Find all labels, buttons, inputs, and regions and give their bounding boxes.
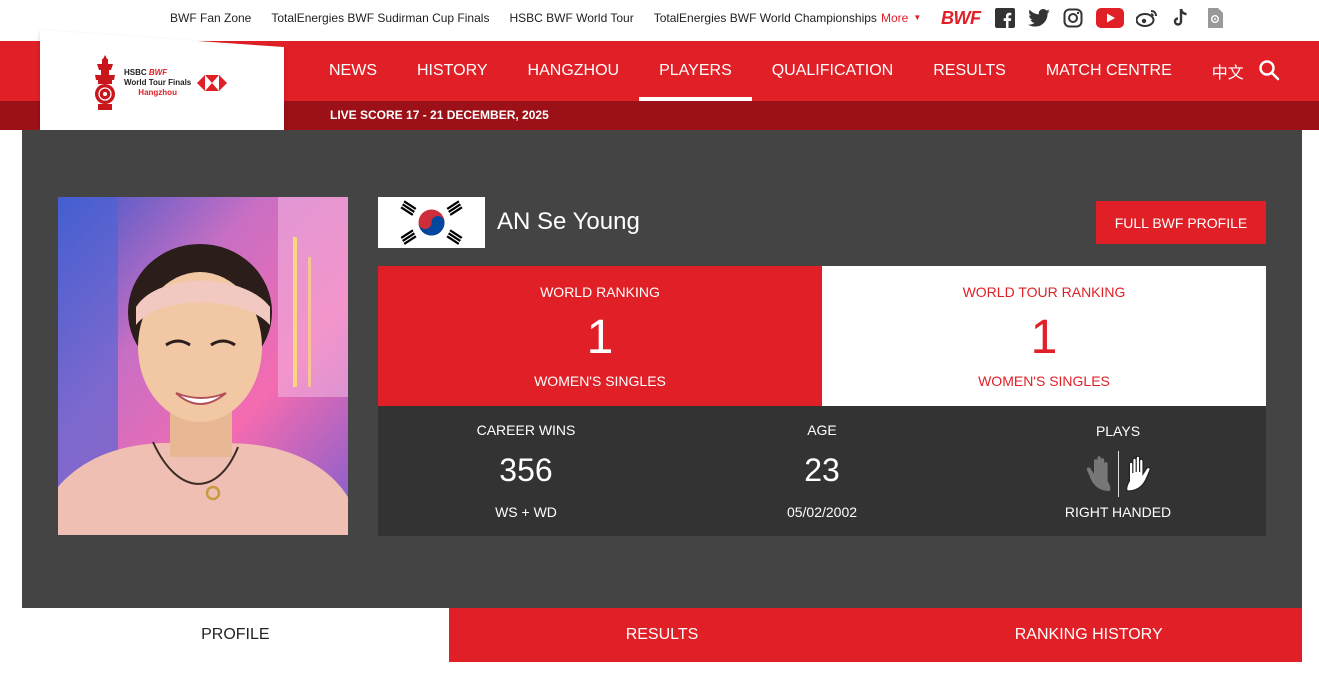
world-tour-ranking-value: 1: [1030, 311, 1058, 364]
age-value: 23: [804, 452, 840, 488]
south-korea-flag: [378, 197, 485, 248]
trophy-icon: [95, 55, 115, 110]
logo-bwf: BWF: [148, 68, 168, 77]
tiktok-icon[interactable]: [1170, 7, 1192, 29]
hsbc-hexagon-icon: [197, 75, 228, 91]
tab-results[interactable]: RESULTS: [448, 608, 876, 662]
right-hand-icon: [1125, 455, 1151, 492]
nav-qualification[interactable]: QUALIFICATION: [752, 41, 914, 101]
link-world-tour[interactable]: HSBC BWF World Tour: [509, 11, 633, 25]
logo-hsbc: HSBC: [124, 68, 147, 77]
utility-bar: BWF Fan Zone TotalEnergies BWF Sudirman …: [0, 0, 1319, 41]
link-bwf-fan-zone[interactable]: BWF Fan Zone: [170, 11, 251, 25]
social-links: BWF: [941, 7, 1238, 29]
plays-label: PLAYS: [1095, 423, 1141, 439]
event-logo-text: HSBC BWF World Tour Finals Hangzhou: [124, 68, 191, 98]
nav-history[interactable]: HISTORY: [397, 41, 508, 101]
world-tour-ranking-card: WORLD TOUR RANKING 1 WOMEN'S SINGLES: [822, 266, 1266, 406]
world-tour-ranking-category: WOMEN'S SINGLES: [978, 373, 1110, 389]
left-hand-icon: [1086, 456, 1110, 491]
world-tour-ranking-label: WORLD TOUR RANKING: [962, 284, 1126, 300]
nav-hangzhou[interactable]: HANGZHOU: [508, 41, 640, 101]
career-wins-label: CAREER WINS: [476, 422, 576, 438]
career-wins-stat: CAREER WINS 356 WS + WD: [378, 406, 674, 536]
logo-world-tour-finals: World Tour Finals: [124, 78, 192, 87]
twitter-icon[interactable]: [1028, 7, 1051, 29]
plays-hand: RIGHT HANDED: [1064, 504, 1172, 520]
bwf-logo[interactable]: BWF: [941, 8, 981, 29]
nav-news[interactable]: NEWS: [309, 41, 397, 101]
handedness-indicator: [970, 450, 1266, 498]
age-stat: AGE 23 05/02/2002: [674, 406, 970, 536]
more-menu[interactable]: More ▼: [881, 11, 921, 25]
player-name: AN Se Young: [497, 208, 640, 235]
tab-ranking-history[interactable]: RANKING HISTORY: [875, 608, 1303, 662]
link-sudirman-cup[interactable]: TotalEnergies BWF Sudirman Cup Finals: [271, 11, 489, 25]
more-label: More: [881, 11, 909, 25]
tab-profile[interactable]: PROFILE: [22, 608, 449, 662]
search-icon[interactable]: [1258, 59, 1282, 83]
event-logo[interactable]: HSBC BWF World Tour Finals Hangzhou: [92, 55, 228, 111]
youtube-icon[interactable]: [1096, 7, 1125, 29]
age-label: AGE: [807, 422, 837, 438]
weibo-icon[interactable]: [1136, 7, 1158, 29]
career-wins-value: 356: [499, 452, 553, 488]
world-ranking-card: WORLD RANKING 1 WOMEN'S SINGLES: [378, 266, 822, 406]
facebook-icon[interactable]: [994, 7, 1016, 29]
caret-down-icon: ▼: [913, 13, 922, 22]
player-stats: CAREER WINS 356 WS + WD AGE 23 05/02/200…: [378, 406, 1266, 536]
full-bwf-profile-button[interactable]: FULL BWF PROFILE: [1096, 201, 1266, 244]
live-score-link[interactable]: LIVE SCORE 17 - 21 DECEMBER, 2025: [330, 108, 549, 122]
world-ranking-label: WORLD RANKING: [540, 284, 660, 300]
nav-results[interactable]: RESULTS: [913, 41, 1026, 101]
career-wins-sub: WS + WD: [495, 504, 557, 520]
world-ranking-category: WOMEN'S SINGLES: [534, 373, 666, 389]
nav-match-centre[interactable]: MATCH CENTRE: [1026, 41, 1192, 101]
utility-links: BWF Fan Zone TotalEnergies BWF Sudirman …: [170, 11, 897, 25]
instagram-icon[interactable]: [1062, 7, 1084, 29]
player-tabs: PROFILE RESULTS RANKING HISTORY: [22, 608, 1303, 662]
plays-stat: PLAYS RIGHT HANDED: [970, 406, 1266, 536]
nav-chinese[interactable]: 中文: [1192, 41, 1264, 101]
wechat-icon[interactable]: [1204, 7, 1226, 29]
hand-divider: [1117, 451, 1119, 497]
nav-players[interactable]: PLAYERS: [639, 41, 752, 101]
main-nav: NEWS HISTORY HANGZHOU PLAYERS QUALIFICAT…: [309, 41, 1264, 101]
link-world-championships[interactable]: TotalEnergies BWF World Championships: [654, 11, 877, 25]
world-ranking-value: 1: [586, 311, 614, 364]
logo-hangzhou: Hangzhou: [138, 88, 177, 97]
player-photo: [58, 197, 348, 535]
birth-date: 05/02/2002: [786, 504, 858, 520]
